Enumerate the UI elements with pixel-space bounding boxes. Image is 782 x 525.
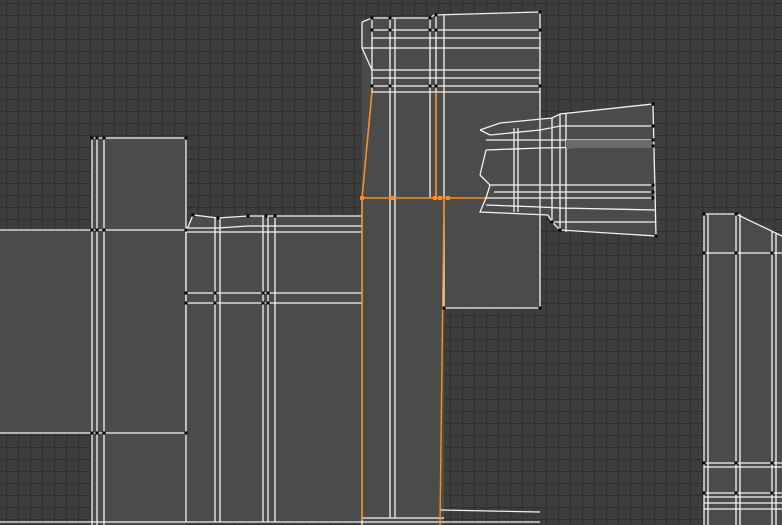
uv-vertex	[702, 212, 706, 216]
uv-vertex	[102, 136, 106, 140]
uv-face	[92, 433, 186, 525]
uv-vertex	[538, 84, 542, 88]
uv-dense-edges	[566, 140, 653, 148]
uv-vertex	[734, 461, 738, 465]
uv-vertex	[95, 136, 99, 140]
uv-island-middle-strip[interactable]	[185, 214, 362, 523]
uv-vertex	[184, 136, 188, 140]
uv-vertex	[734, 212, 738, 216]
uv-vertex	[702, 491, 706, 495]
uv-island-left[interactable]	[0, 137, 187, 525]
uv-vertex	[442, 306, 446, 310]
uv-island-far-right[interactable]	[703, 213, 782, 525]
uv-viewport[interactable]	[0, 0, 782, 525]
uv-face	[0, 230, 186, 433]
uv-vertex	[734, 251, 738, 255]
uv-vertex	[213, 301, 217, 305]
uv-vertex	[184, 431, 188, 435]
uv-vertex	[428, 28, 432, 32]
uv-vertex	[266, 291, 270, 295]
uv-vertex	[273, 214, 277, 218]
uv-vertex	[651, 196, 655, 200]
uv-vertex	[388, 16, 392, 20]
uv-vertex	[538, 10, 542, 14]
uv-vertex	[216, 216, 220, 220]
uv-vertex	[266, 301, 270, 305]
uv-vertex	[702, 251, 706, 255]
uv-vertex	[261, 301, 265, 305]
uv-vertex	[388, 28, 392, 32]
uv-vertex	[184, 301, 188, 305]
uv-vertex	[90, 136, 94, 140]
uv-vertex	[261, 291, 265, 295]
uv-vertex	[654, 234, 658, 238]
uv-vertex	[428, 84, 432, 88]
uv-vertex	[184, 228, 188, 232]
uv-vertex	[538, 28, 542, 32]
uv-vertex	[651, 190, 655, 194]
uv-vertex	[702, 461, 706, 465]
uv-vertex	[770, 461, 774, 465]
uv-vertex	[191, 213, 195, 217]
uv-face	[92, 138, 186, 230]
uv-vertex	[102, 431, 106, 435]
uv-face	[704, 214, 782, 525]
uv-vertex	[651, 102, 655, 106]
uv-vertex	[651, 183, 655, 187]
uv-vertex	[434, 84, 438, 88]
uv-vertex	[770, 491, 774, 495]
uv-vertex	[558, 228, 562, 232]
uv-vertex	[388, 84, 392, 88]
uv-vertex	[434, 13, 438, 17]
uv-vertex	[434, 28, 438, 32]
uv-vertex	[734, 491, 738, 495]
uv-vertex	[770, 251, 774, 255]
uv-vertex	[184, 291, 188, 295]
uv-vertex	[90, 228, 94, 232]
uv-face	[362, 12, 540, 525]
uv-vertex	[651, 138, 655, 142]
uv-vertex	[213, 291, 217, 295]
uv-island-tall-column[interactable]	[360, 11, 541, 525]
uv-face	[186, 215, 362, 522]
uv-vertex	[550, 220, 554, 224]
uv-vertex	[651, 124, 655, 128]
uv-vertex	[90, 431, 94, 435]
uv-mesh-canvas[interactable]	[0, 0, 782, 525]
uv-vertex	[370, 28, 374, 32]
uv-vertex	[651, 144, 655, 148]
uv-vertex	[370, 16, 374, 20]
uv-vertex	[95, 431, 99, 435]
uv-vertex	[246, 214, 250, 218]
uv-vertex	[264, 214, 268, 218]
uv-vertex	[428, 16, 432, 20]
uv-vertex	[370, 84, 374, 88]
uv-vertex	[538, 306, 542, 310]
uv-vertex	[95, 228, 99, 232]
uv-vertex	[102, 228, 106, 232]
